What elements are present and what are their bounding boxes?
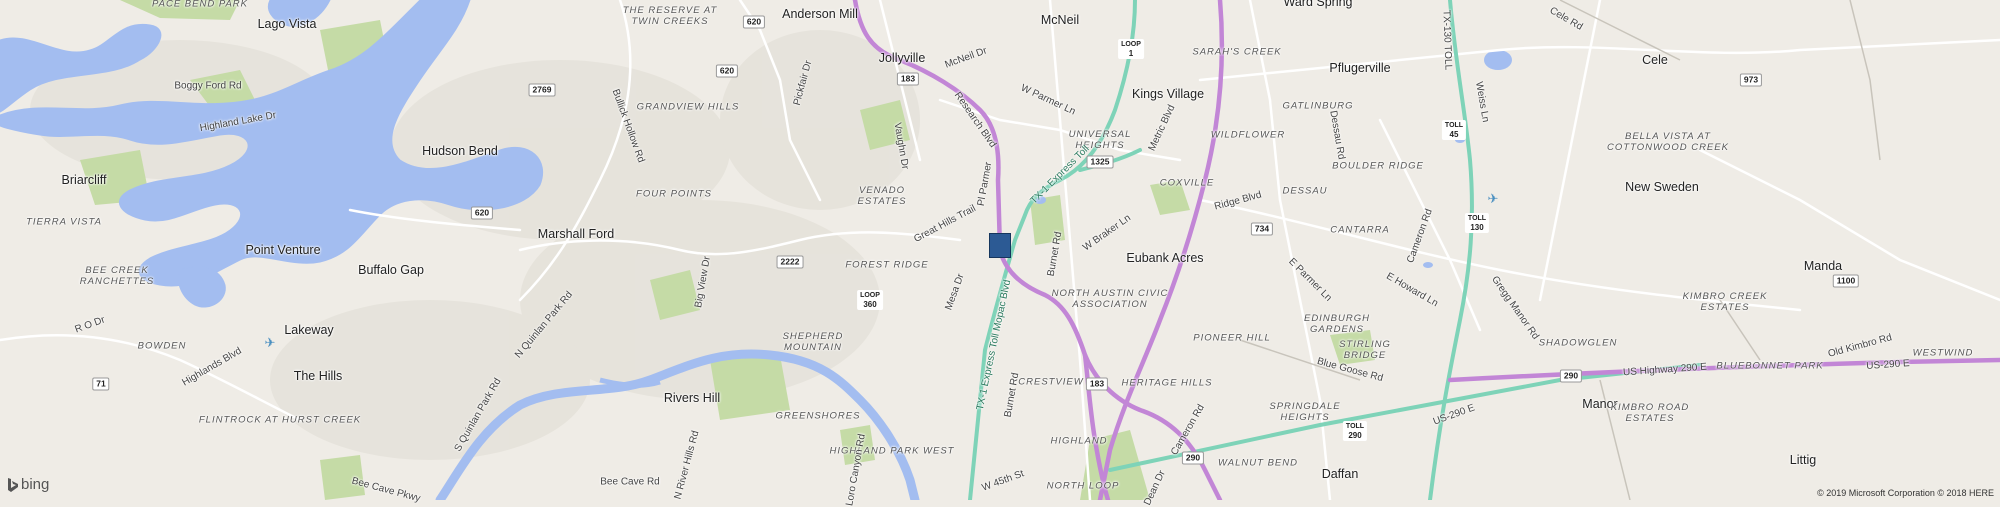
neighborhood-label: GRANDVIEW HILLS bbox=[636, 101, 740, 113]
route-shield: 183 bbox=[896, 72, 920, 86]
neighborhood-label: BELLA VISTA AT COTTONWOOD CREEK bbox=[1607, 131, 1729, 153]
city-label: Ward Spring bbox=[1283, 0, 1353, 9]
bing-logo[interactable]: bing bbox=[8, 476, 49, 493]
road-label: TX-130 TOLL bbox=[1440, 9, 1454, 71]
road-label: Boggy Ford Rd bbox=[174, 80, 242, 92]
city-label: Jollyville bbox=[878, 51, 926, 65]
copyright-text: © 2019 Microsoft Corporation © 2018 HERE bbox=[1817, 488, 1994, 498]
city-label: Daffan bbox=[1321, 467, 1359, 481]
city-label: New Sweden bbox=[1625, 180, 1699, 194]
airport-icon: ✈ bbox=[1487, 191, 1499, 206]
neighborhood-label: BOWDEN bbox=[137, 340, 187, 352]
neighborhood-label: WILDFLOWER bbox=[1210, 129, 1286, 141]
bing-wordmark: bing bbox=[21, 476, 50, 493]
route-shield: 620 bbox=[742, 15, 766, 29]
neighborhood-label: VENADO ESTATES bbox=[857, 185, 907, 207]
neighborhood-label: NORTH LOOP bbox=[1046, 480, 1120, 492]
route-shield: 71 bbox=[92, 377, 110, 391]
city-label: Littig bbox=[1789, 453, 1817, 467]
neighborhood-label: SPRINGDALE HEIGHTS bbox=[1269, 401, 1341, 423]
neighborhood-label: DESSAU bbox=[1282, 185, 1328, 197]
city-label: Manda bbox=[1803, 259, 1843, 273]
neighborhood-label: HIGHLAND bbox=[1050, 435, 1108, 447]
neighborhood-label: FOUR POINTS bbox=[636, 188, 712, 200]
neighborhood-label: Pace Bend Park bbox=[151, 0, 249, 10]
city-label: Rivers Hill bbox=[663, 391, 721, 405]
neighborhood-label: BLUEBONNET PARK bbox=[1716, 360, 1824, 372]
neighborhood-label: HERITAGE HILLS bbox=[1121, 377, 1213, 389]
toll-shield: TOLL 290 bbox=[1342, 421, 1368, 441]
neighborhood-label: WESTWIND bbox=[1912, 347, 1974, 359]
location-marker[interactable] bbox=[989, 233, 1011, 258]
city-label: Eubank Acres bbox=[1126, 251, 1204, 265]
neighborhood-label: NORTH AUSTIN CIVIC ASSOCIATION bbox=[1051, 288, 1169, 310]
neighborhood-label: FLINTROCK AT HURST CREEK bbox=[198, 414, 362, 426]
neighborhood-label: GREENSHORES bbox=[775, 410, 861, 422]
neighborhood-label: THE RESERVE AT TWIN CREEKS bbox=[622, 5, 718, 27]
route-shield: 620 bbox=[715, 64, 739, 78]
route-shield: 183 bbox=[1085, 377, 1109, 391]
neighborhood-label: CANTARRA bbox=[1330, 224, 1390, 236]
route-shield: 973 bbox=[1739, 73, 1763, 87]
city-label: Hudson Bend bbox=[422, 144, 498, 158]
city-label: Lakeway bbox=[284, 323, 334, 337]
neighborhood-label: EDINBURGH GARDENS bbox=[1303, 313, 1370, 335]
neighborhood-label: HIGHLAND PARK WEST bbox=[829, 445, 955, 457]
route-shield: 2222 bbox=[776, 255, 804, 269]
route-shield: 620 bbox=[470, 206, 494, 220]
toll-shield: TOLL 45 bbox=[1441, 120, 1467, 140]
city-label: Buffalo Gap bbox=[358, 263, 424, 277]
neighborhood-label: GATLINBURG bbox=[1282, 100, 1354, 112]
neighborhood-label: WALNUT BEND bbox=[1218, 457, 1298, 469]
city-label: Marshall Ford bbox=[537, 227, 615, 241]
route-shield: 2769 bbox=[528, 83, 556, 97]
bing-icon bbox=[8, 477, 18, 492]
neighborhood-label: SARAH'S CREEK bbox=[1192, 46, 1282, 58]
city-label: Anderson Mill bbox=[782, 7, 858, 21]
neighborhood-label: BEE CREEK RANCHETTES bbox=[79, 265, 155, 287]
neighborhood-label: BOULDER RIDGE bbox=[1332, 160, 1424, 172]
city-label: Briarcliff bbox=[61, 173, 107, 187]
route-shield: 1325 bbox=[1086, 155, 1114, 169]
neighborhood-label: KIMBRO ROAD ESTATES bbox=[1610, 402, 1690, 424]
neighborhood-label: SHEPHERD MOUNTAIN bbox=[782, 331, 844, 353]
road-label: Bee Cave Rd bbox=[600, 476, 660, 488]
route-shield: 1100 bbox=[1832, 274, 1860, 288]
route-shield: 290 bbox=[1559, 369, 1583, 383]
city-label: McNeil bbox=[1040, 13, 1080, 27]
toll-shield: TOLL 130 bbox=[1464, 213, 1490, 233]
neighborhood-label: CRESTVIEW bbox=[1018, 376, 1084, 388]
airport-icon: ✈ bbox=[264, 335, 276, 350]
neighborhood-label: TIERRA VISTA bbox=[26, 216, 102, 228]
route-shield: 290 bbox=[1181, 451, 1205, 465]
neighborhood-label: SHADOWGLEN bbox=[1538, 337, 1618, 349]
loop-shield: LOOP 360 bbox=[857, 290, 883, 310]
loop-shield: LOOP 1 bbox=[1118, 39, 1144, 59]
neighborhood-label: PIONEER HILL bbox=[1193, 332, 1271, 344]
neighborhood-label: STIRLING BRIDGE bbox=[1339, 339, 1391, 361]
route-shield: 734 bbox=[1250, 222, 1274, 236]
map-canvas[interactable]: Lago Vista Anderson Mill McNeil Ward Spr… bbox=[0, 0, 2000, 507]
city-label: Pflugerville bbox=[1329, 61, 1391, 75]
neighborhood-label: FOREST RIDGE bbox=[845, 259, 929, 271]
city-label: Cele bbox=[1642, 53, 1668, 67]
neighborhood-label: KIMBRO CREEK ESTATES bbox=[1682, 291, 1768, 313]
city-label: Point Venture bbox=[245, 243, 321, 257]
city-label: The Hills bbox=[293, 369, 343, 383]
neighborhood-label: COXVILLE bbox=[1159, 177, 1215, 189]
city-label: Lago Vista bbox=[257, 17, 317, 31]
neighborhood-label: UNIVERSAL HEIGHTS bbox=[1068, 129, 1132, 151]
city-label: Kings Village bbox=[1131, 87, 1205, 101]
